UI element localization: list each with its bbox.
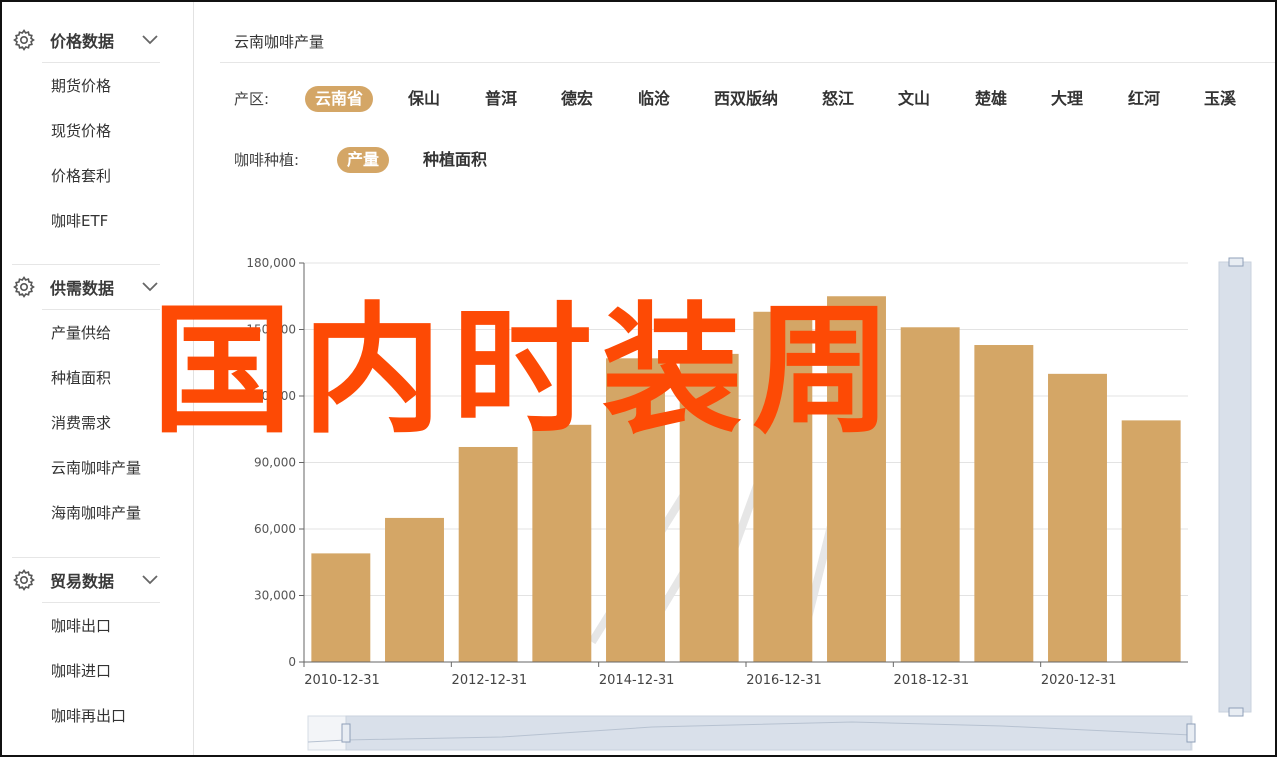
- slider-handle-right[interactable]: [1186, 723, 1196, 743]
- y-tick-label: 0: [288, 655, 296, 669]
- slider-handle-left[interactable]: [341, 723, 351, 743]
- bar[interactable]: [385, 517, 444, 662]
- y-tick-label: 30,000: [254, 589, 296, 603]
- slider-handle-bottom[interactable]: [1228, 707, 1244, 717]
- horizontal-zoom-window[interactable]: [345, 715, 1192, 751]
- x-tick-label: 2012-12-31: [452, 673, 528, 688]
- bar[interactable]: [311, 553, 371, 662]
- bar[interactable]: [532, 424, 592, 662]
- y-tick-label: 90,000: [254, 456, 296, 470]
- bar[interactable]: [1121, 420, 1181, 662]
- bar[interactable]: [974, 345, 1034, 662]
- bar[interactable]: [1048, 373, 1107, 662]
- slider-handle-top[interactable]: [1228, 257, 1244, 267]
- x-tick-label: 2014-12-31: [599, 673, 675, 688]
- x-tick-label: 2018-12-31: [894, 673, 970, 688]
- watermark-text: 国内时装周: [152, 290, 903, 453]
- x-tick-label: 2010-12-31: [304, 673, 380, 688]
- app-window: 价格数据 期货价格 现货价格 价格套利 咖啡ETF 供需数据 产量供给 种植面积…: [0, 0, 1277, 757]
- x-tick-label: 2020-12-31: [1041, 673, 1117, 688]
- bar[interactable]: [900, 327, 960, 662]
- bar[interactable]: [458, 446, 518, 662]
- y-tick-label: 60,000: [254, 522, 296, 536]
- vertical-zoom-slider[interactable]: [1218, 261, 1252, 713]
- x-tick-label: 2016-12-31: [746, 673, 822, 688]
- y-tick-label: 180,000: [246, 256, 296, 270]
